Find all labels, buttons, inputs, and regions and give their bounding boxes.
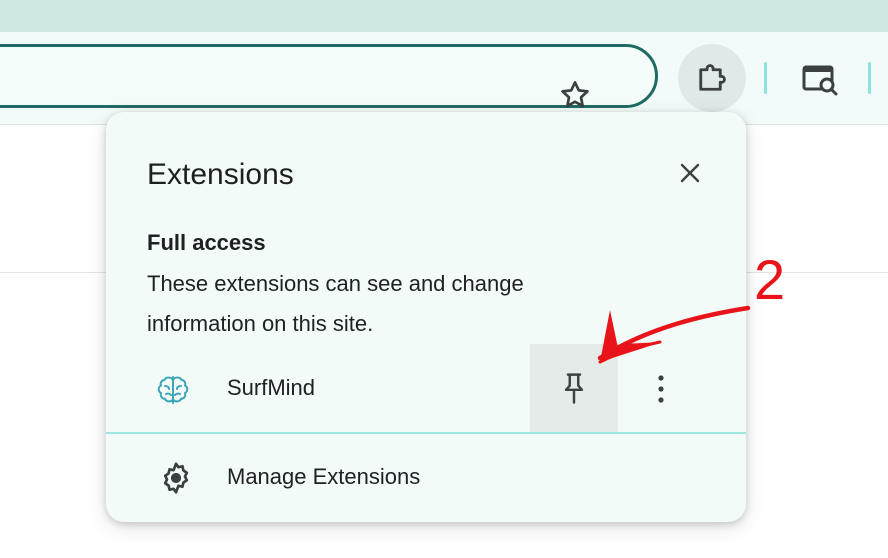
toolbar-separator: [868, 62, 871, 94]
close-button[interactable]: [673, 156, 707, 190]
brain-icon: [157, 376, 189, 404]
gear-icon: [163, 462, 189, 494]
close-icon: [680, 163, 700, 183]
address-bar[interactable]: [0, 44, 658, 108]
access-section-desc: These extensions can see and change info…: [147, 271, 524, 336]
access-section-title: Full access: [147, 230, 266, 255]
manage-extensions-row[interactable]: Manage Extensions: [106, 434, 746, 522]
puzzle-icon: [699, 64, 726, 91]
extension-name: SurfMind: [227, 375, 316, 400]
star-icon[interactable]: [557, 77, 593, 113]
window-top-strip: [0, 0, 888, 32]
popup-title: Extensions: [147, 158, 294, 191]
search-page-icon[interactable]: [801, 61, 841, 97]
manage-extensions-label: Manage Extensions: [227, 464, 421, 489]
toolbar-separator: [764, 62, 767, 94]
extensions-button[interactable]: [678, 44, 746, 112]
annotation-arrow: [597, 305, 751, 364]
